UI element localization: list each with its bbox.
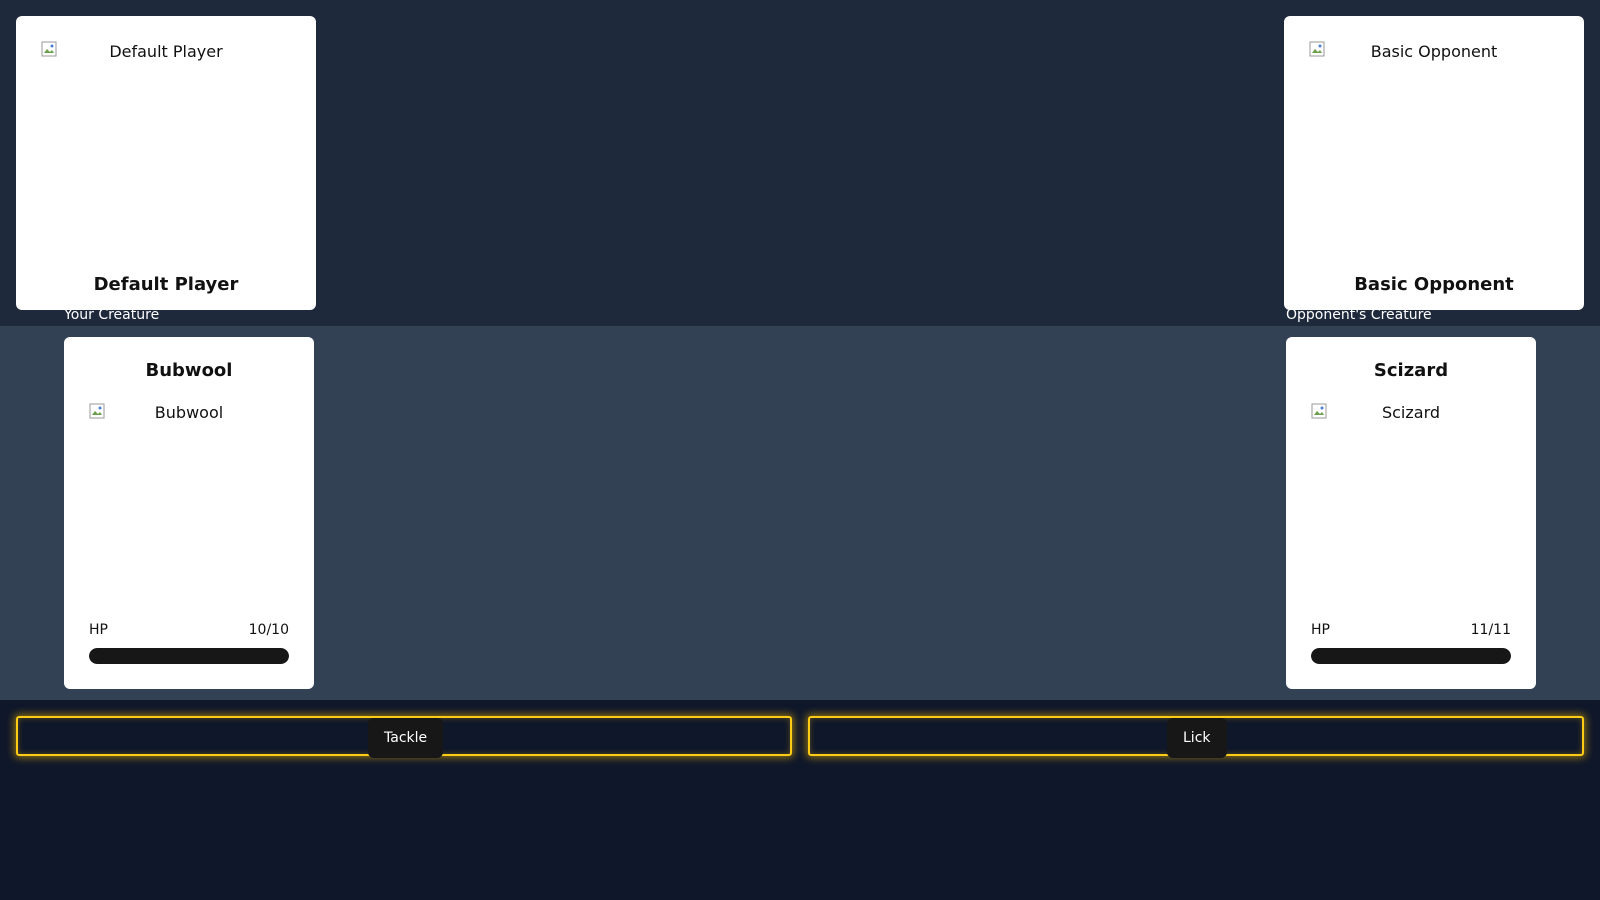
opponent-creature-image: Scizard <box>1311 403 1511 593</box>
opponent-creature-name: Scizard <box>1373 360 1449 381</box>
opponent-creature-hp-bar <box>1311 648 1511 664</box>
opponent-creature-hp-row: HP 11/11 <box>1311 622 1511 638</box>
move-slot-2[interactable]: Lick <box>808 716 1584 758</box>
player-avatar-alt: Default Player <box>109 42 223 61</box>
player-avatar: Default Player <box>41 41 291 241</box>
hp-label: HP <box>89 622 108 638</box>
opponent-creature-card: Scizard Scizard HP 11/11 <box>1286 337 1536 689</box>
broken-image-icon <box>41 41 57 57</box>
your-creature-name: Bubwool <box>145 360 233 381</box>
opponent-creature-image-alt: Scizard <box>1381 403 1441 422</box>
opponent-card: Basic Opponent Basic Opponent <box>1284 16 1584 310</box>
broken-image-icon <box>1311 403 1327 419</box>
move-button-lick[interactable]: Lick <box>1167 718 1227 758</box>
hp-bar-fill <box>89 648 289 664</box>
your-creature-image-alt: Bubwool <box>154 403 224 422</box>
move-button-tackle[interactable]: Tackle <box>368 718 444 758</box>
hp-bar-fill <box>1311 648 1511 664</box>
broken-image-icon <box>89 403 105 419</box>
opponent-avatar: Basic Opponent <box>1309 41 1559 241</box>
opponent-creature-label: Opponent's Creature <box>1286 307 1432 323</box>
your-creature-image: Bubwool <box>89 403 289 593</box>
hp-value: 11/11 <box>1470 622 1511 638</box>
your-creature-hp-row: HP 10/10 <box>89 622 289 638</box>
move-slot-1[interactable]: Tackle <box>16 716 792 758</box>
your-creature-card: Bubwool Bubwool HP 10/10 <box>64 337 314 689</box>
your-creature-hp-bar <box>89 648 289 664</box>
opponent-name: Basic Opponent <box>1354 274 1514 295</box>
your-creature-label: Your Creature <box>64 307 160 323</box>
player-card: Default Player Default Player <box>16 16 316 310</box>
hp-label: HP <box>1311 622 1330 638</box>
hp-value: 10/10 <box>248 622 289 638</box>
broken-image-icon <box>1309 41 1325 57</box>
player-name: Default Player <box>93 274 239 295</box>
opponent-avatar-alt: Basic Opponent <box>1370 42 1498 61</box>
